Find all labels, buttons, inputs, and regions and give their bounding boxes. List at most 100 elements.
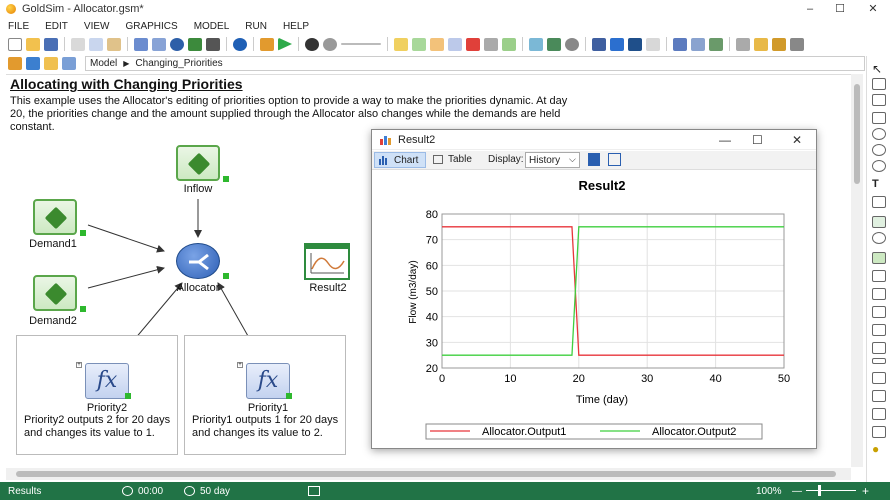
zoom-out-button[interactable]: — (792, 486, 802, 497)
filter-icon[interactable] (188, 37, 202, 51)
home-icon[interactable] (8, 57, 22, 70)
demand1-node[interactable] (33, 199, 77, 235)
vertical-scrollbar[interactable] (851, 74, 863, 467)
chart-style-icon[interactable] (588, 153, 600, 166)
zoom-slider[interactable] (806, 490, 856, 491)
grid-icon[interactable] (872, 342, 886, 354)
menu-help[interactable]: HELP (283, 21, 309, 32)
data-element-icon[interactable] (412, 37, 426, 51)
polyline-tool-icon[interactable] (872, 94, 886, 106)
expand-icon[interactable]: + (237, 362, 243, 368)
help-icon[interactable] (233, 37, 247, 51)
result-close-button[interactable]: ✕ (792, 133, 802, 147)
button-tool-icon[interactable] (872, 390, 886, 402)
scroll-thumb[interactable] (16, 471, 836, 477)
arrange-icon[interactable] (772, 37, 786, 51)
frame-icon[interactable] (872, 270, 886, 282)
search-icon[interactable] (170, 37, 184, 51)
minimize-button[interactable]: – (795, 0, 825, 18)
result-window[interactable]: Result2 — ☐ ✕ Chart Table Display: Histo… (371, 129, 817, 449)
result-minimize-button[interactable]: — (719, 133, 731, 147)
shape-tool-icon[interactable] (872, 144, 886, 156)
bulb-icon[interactable]: ● (872, 442, 886, 456)
display-select[interactable]: History ⌵ (525, 152, 580, 168)
list-box-icon[interactable] (872, 324, 886, 336)
chart-tool-icon[interactable] (872, 252, 886, 264)
menu-view[interactable]: VIEW (84, 21, 110, 32)
slider-tool-icon[interactable] (872, 358, 886, 364)
dashboard-icon[interactable] (646, 37, 660, 51)
tag-icon[interactable] (610, 37, 624, 51)
gear-icon[interactable] (565, 37, 579, 51)
save-icon[interactable] (44, 37, 58, 51)
result-maximize-button[interactable]: ☐ (752, 133, 763, 147)
rectangle-tool-icon[interactable] (872, 112, 886, 124)
navigate-icon[interactable] (62, 57, 76, 70)
run-icon[interactable] (278, 37, 292, 51)
chart-filter-icon[interactable] (608, 153, 621, 166)
horizontal-scrollbar[interactable] (6, 468, 851, 480)
layer-icon[interactable] (754, 37, 768, 51)
menu-edit[interactable]: EDIT (45, 21, 68, 32)
paste-icon[interactable] (107, 37, 121, 51)
distribute-icon[interactable] (790, 37, 804, 51)
panel-icon[interactable] (872, 306, 886, 318)
maximize-button[interactable]: ☐ (825, 0, 855, 18)
zoom-slider-thumb[interactable] (818, 485, 821, 496)
result-window-titlebar[interactable]: Result2 — ☐ ✕ (372, 130, 816, 150)
globe-icon[interactable] (872, 232, 886, 244)
text-tool-icon[interactable]: T (872, 178, 886, 190)
menu-file[interactable]: FILE (8, 21, 29, 32)
scroll-thumb[interactable] (854, 84, 860, 184)
reset-icon[interactable] (323, 37, 337, 51)
time-slider[interactable] (341, 43, 381, 45)
function-fx-icon[interactable]: fx (246, 363, 290, 399)
ellipse-tool-icon[interactable] (872, 160, 886, 172)
table-icon[interactable] (691, 37, 705, 51)
tab-table[interactable]: Table (430, 152, 480, 168)
options-icon[interactable] (206, 37, 220, 51)
graphics-icon[interactable] (529, 37, 543, 51)
delay-icon[interactable] (484, 37, 498, 51)
box-icon[interactable] (872, 288, 886, 300)
copy-icon[interactable] (89, 37, 103, 51)
up-level-icon[interactable] (26, 57, 40, 70)
chart-icon[interactable] (709, 37, 723, 51)
inflow-node[interactable] (176, 145, 220, 181)
text-box-icon[interactable] (872, 196, 886, 208)
image-tool-icon[interactable] (872, 216, 886, 228)
expand-icon[interactable]: + (76, 362, 82, 368)
dollar-icon[interactable] (628, 37, 642, 51)
export-icon[interactable] (308, 486, 320, 496)
result-element-icon[interactable] (502, 37, 516, 51)
function-icon[interactable] (448, 37, 462, 51)
breadcrumb-current[interactable]: Changing_Priorities (135, 58, 222, 69)
edit-mode-icon[interactable] (260, 37, 274, 51)
close-button[interactable]: ✕ (858, 0, 888, 18)
container-icon[interactable] (394, 37, 408, 51)
line-tool-icon[interactable] (872, 78, 886, 90)
function-fx-icon[interactable]: fx (85, 363, 129, 399)
allocator-node[interactable] (176, 243, 220, 279)
menu-graphics[interactable]: GRAPHICS (125, 21, 177, 32)
cut-icon[interactable] (71, 37, 85, 51)
stock-icon[interactable] (430, 37, 444, 51)
open-folder-icon[interactable] (26, 37, 40, 51)
zoom-in-button[interactable]: + (862, 484, 869, 498)
dropdown-icon[interactable] (872, 408, 886, 420)
checkbox-icon[interactable] (872, 372, 886, 384)
list-view-icon[interactable] (592, 37, 606, 51)
institution-icon[interactable] (547, 37, 561, 51)
tab-chart[interactable]: Chart (374, 152, 426, 168)
browser-icon[interactable] (134, 37, 148, 51)
list-icon[interactable] (152, 37, 166, 51)
breadcrumb-root[interactable]: Model (90, 58, 117, 69)
network-icon[interactable] (673, 37, 687, 51)
folder-icon[interactable] (44, 57, 58, 70)
demand2-node[interactable] (33, 275, 77, 311)
pointer-icon[interactable]: ↖ (872, 62, 886, 76)
number-input-icon[interactable] (872, 426, 886, 438)
step-icon[interactable] (305, 37, 319, 51)
new-file-icon[interactable] (8, 37, 22, 51)
menu-run[interactable]: RUN (245, 21, 267, 32)
